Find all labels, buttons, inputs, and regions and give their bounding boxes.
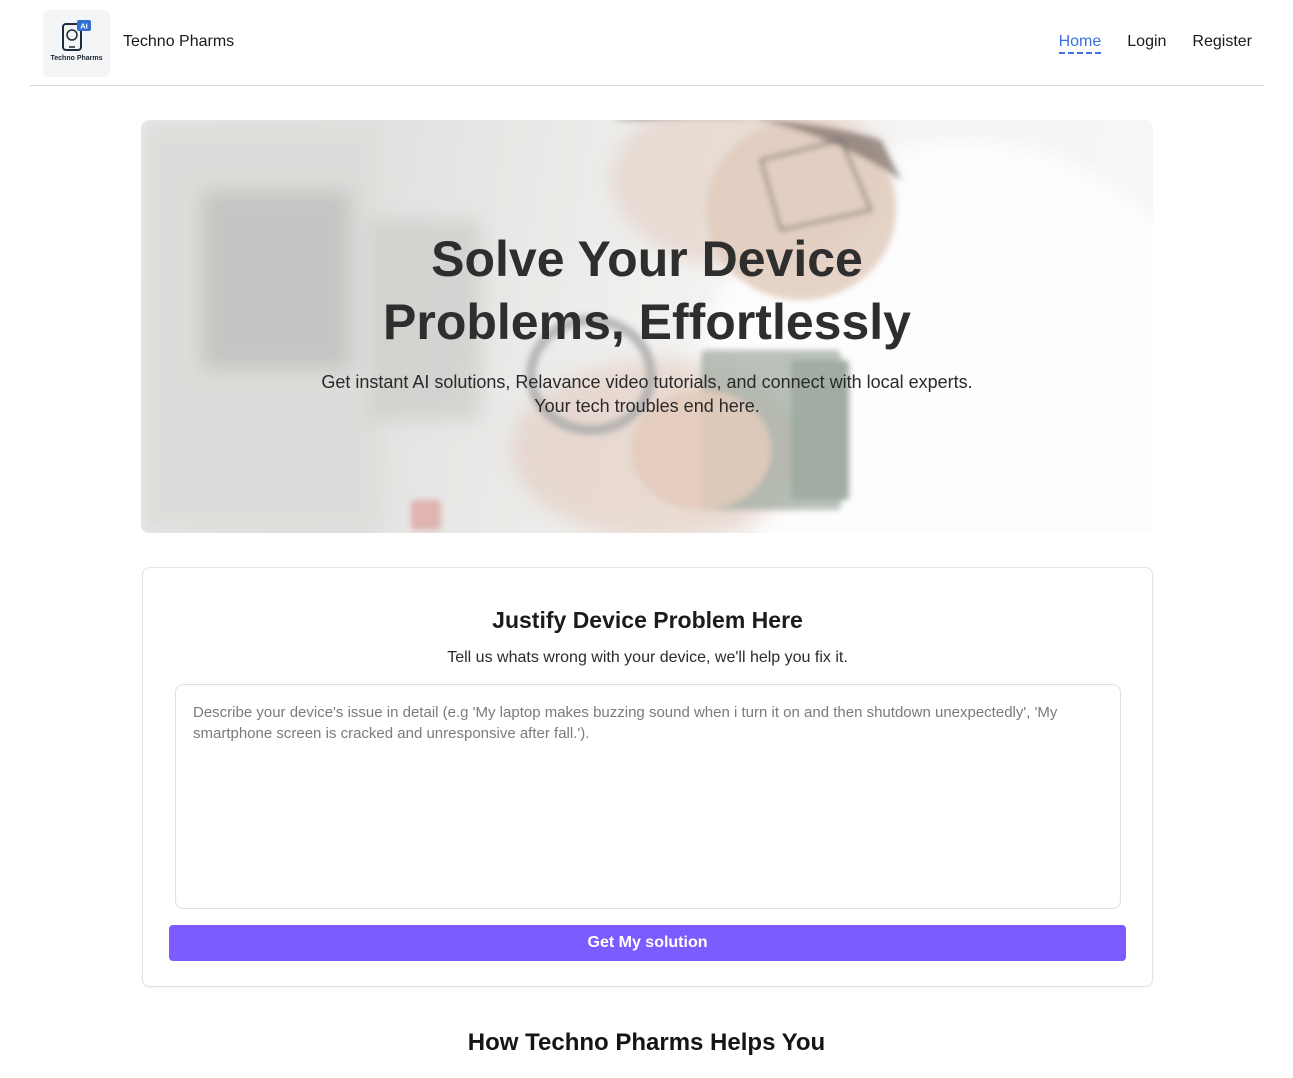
nav-link-login[interactable]: Login xyxy=(1127,33,1166,54)
hero-title-line1: Solve Your Device xyxy=(431,231,863,287)
svg-text:AI: AI xyxy=(80,22,88,31)
problem-form-card: Justify Device Problem Here Tell us what… xyxy=(142,567,1153,987)
problem-description-input[interactable] xyxy=(175,684,1121,909)
how-it-helps-title: How Techno Pharms Helps You xyxy=(467,1029,826,1056)
hero-title: Solve Your Device Problems, Effortlessly xyxy=(141,228,1153,354)
nav-link-home[interactable]: Home xyxy=(1058,33,1102,54)
problem-form-title: Justify Device Problem Here xyxy=(492,607,803,633)
hero-banner: Solve Your Device Problems, Effortlessly… xyxy=(141,120,1153,533)
get-solution-button[interactable]: Get My solution xyxy=(169,925,1126,961)
hero-subtitle-line1: Get instant AI solutions, Relavance vide… xyxy=(321,372,973,392)
logo-caption: Techno Pharms xyxy=(50,55,103,62)
top-navbar: AI Techno Pharms Techno Pharms Home Logi… xyxy=(30,0,1264,86)
phone-ai-logo-icon: AI xyxy=(62,20,91,51)
site-logo[interactable]: AI Techno Pharms xyxy=(43,10,110,77)
hero-subtitle: Get instant AI solutions, Relavance vide… xyxy=(141,370,1153,418)
problem-form-subtitle: Tell us whats wrong with your device, we… xyxy=(447,649,848,666)
nav-links: Home Login Register xyxy=(1058,33,1252,54)
hero-title-line2: Problems, Effortlessly xyxy=(383,294,911,350)
hero-subtitle-line2: Your tech troubles end here. xyxy=(534,396,760,416)
nav-link-register[interactable]: Register xyxy=(1192,33,1252,54)
brand-name[interactable]: Techno Pharms xyxy=(123,33,234,51)
